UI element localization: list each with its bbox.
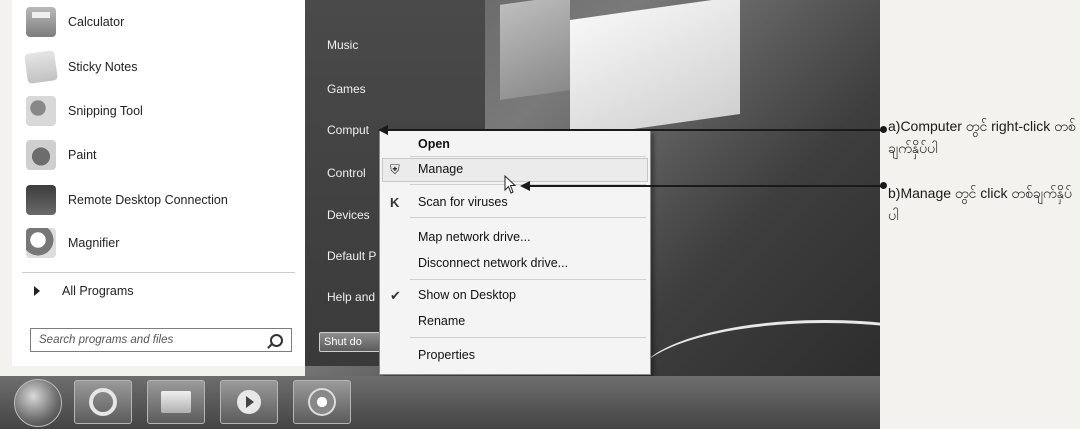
shutdown-label: Shut do [324,336,362,348]
menu-item-manage[interactable]: Manage [418,162,463,176]
folder-icon [161,391,191,413]
taskbar-app-button[interactable] [293,380,351,424]
wallpaper-glow [635,320,880,376]
program-label: Snipping Tool [68,104,143,118]
annotation-dot-a [880,126,887,133]
taskbar-explorer-button[interactable] [147,380,205,424]
mouse-cursor-icon [504,175,517,194]
annotation-dot-b [880,182,887,189]
magnifier-icon [26,228,56,258]
shield-icon: ⛨ [390,162,400,177]
all-programs-label: All Programs [62,284,134,298]
taskbar-ie-button[interactable] [74,380,132,424]
program-label: Paint [68,148,97,162]
start-item-default-programs[interactable]: Default P [327,249,376,263]
menu-separator [410,337,646,338]
annotation-line-a [386,129,883,131]
menu-item-disconnect-drive[interactable]: Disconnect network drive... [418,256,568,270]
start-item-computer[interactable]: Comput [327,123,369,137]
menu-separator [410,156,646,157]
program-paint[interactable]: Paint [26,137,97,173]
program-label: Sticky Notes [68,60,138,74]
arrow-right-icon [34,286,40,296]
antivirus-icon: K [390,195,400,210]
annotation-a: a)Computer တွင် right-click တစ်ချက်နှိပ်… [888,118,1076,156]
annotation-b: b)Manage တွင် click တစ်ချက်နှိပ်ပါ [888,185,1072,223]
checkmark-icon: ✔ [390,288,401,303]
divider [22,272,295,273]
program-magnifier[interactable]: Magnifier [26,225,119,261]
context-menu: Open ⛨ Manage K Scan for viruses Map net… [379,130,651,375]
menu-item-scan[interactable]: Scan for viruses [418,195,508,209]
annotation-line-b [528,185,883,187]
program-sticky-notes[interactable]: Sticky Notes [24,49,138,85]
menu-item-rename[interactable]: Rename [418,314,465,328]
snipping-tool-icon [26,96,56,126]
start-menu-programs-pane: Calculator Sticky Notes Snipping Tool Pa… [12,0,306,366]
program-remote-desktop[interactable]: Remote Desktop Connection [26,182,228,218]
shutdown-button[interactable]: Shut do [319,332,385,352]
start-item-help[interactable]: Help and [327,290,375,304]
paint-icon [26,140,56,170]
start-item-games[interactable]: Games [327,82,366,96]
start-button[interactable] [14,379,62,427]
menu-item-properties[interactable]: Properties [418,348,475,362]
program-label: Remote Desktop Connection [68,193,228,207]
menu-item-show-on-desktop[interactable]: Show on Desktop [418,288,516,302]
calculator-icon [26,7,56,37]
remote-desktop-icon [26,185,56,215]
menu-item-open[interactable]: Open [418,137,450,151]
taskbar-media-player-button[interactable] [220,380,278,424]
program-calculator[interactable]: Calculator [26,4,124,40]
internet-explorer-icon [89,388,117,416]
sticky-notes-icon [24,50,58,84]
program-label: Calculator [68,15,125,29]
windows-logo-left [500,0,570,100]
menu-separator [410,279,646,280]
search-input[interactable]: Search programs and files [30,328,292,352]
start-item-music[interactable]: Music [327,38,358,52]
program-snipping-tool[interactable]: Snipping Tool [26,93,143,129]
search-icon [270,334,283,347]
start-item-control-panel[interactable]: Control [327,166,366,180]
program-label: Magnifier [68,236,120,250]
taskbar [0,376,880,429]
windows-logo-right [570,0,740,138]
start-item-devices[interactable]: Devices [327,208,370,222]
app-icon [308,388,336,416]
all-programs-button[interactable]: All Programs [34,284,134,298]
search-placeholder: Search programs and files [39,334,174,346]
screenshot: Calculator Sticky Notes Snipping Tool Pa… [0,0,880,429]
media-player-icon [237,390,261,414]
menu-separator [410,217,646,218]
menu-item-map-drive[interactable]: Map network drive... [418,230,531,244]
